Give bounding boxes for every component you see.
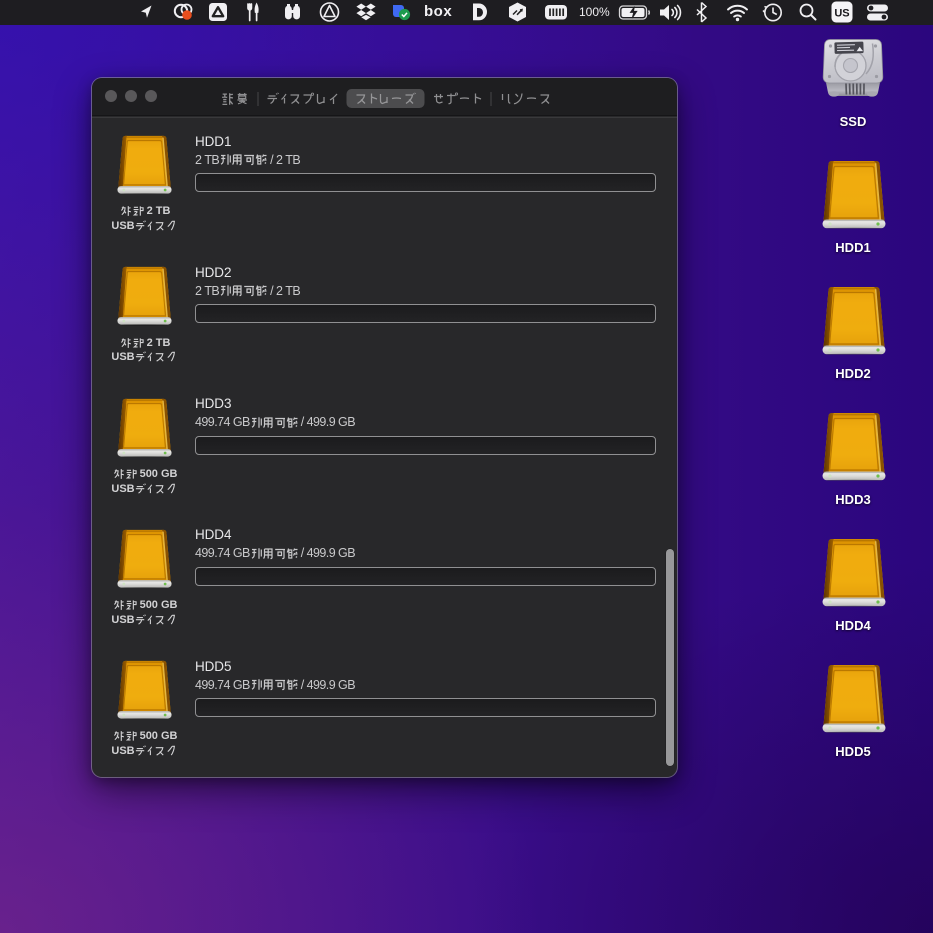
svg-text:US: US (834, 8, 849, 20)
